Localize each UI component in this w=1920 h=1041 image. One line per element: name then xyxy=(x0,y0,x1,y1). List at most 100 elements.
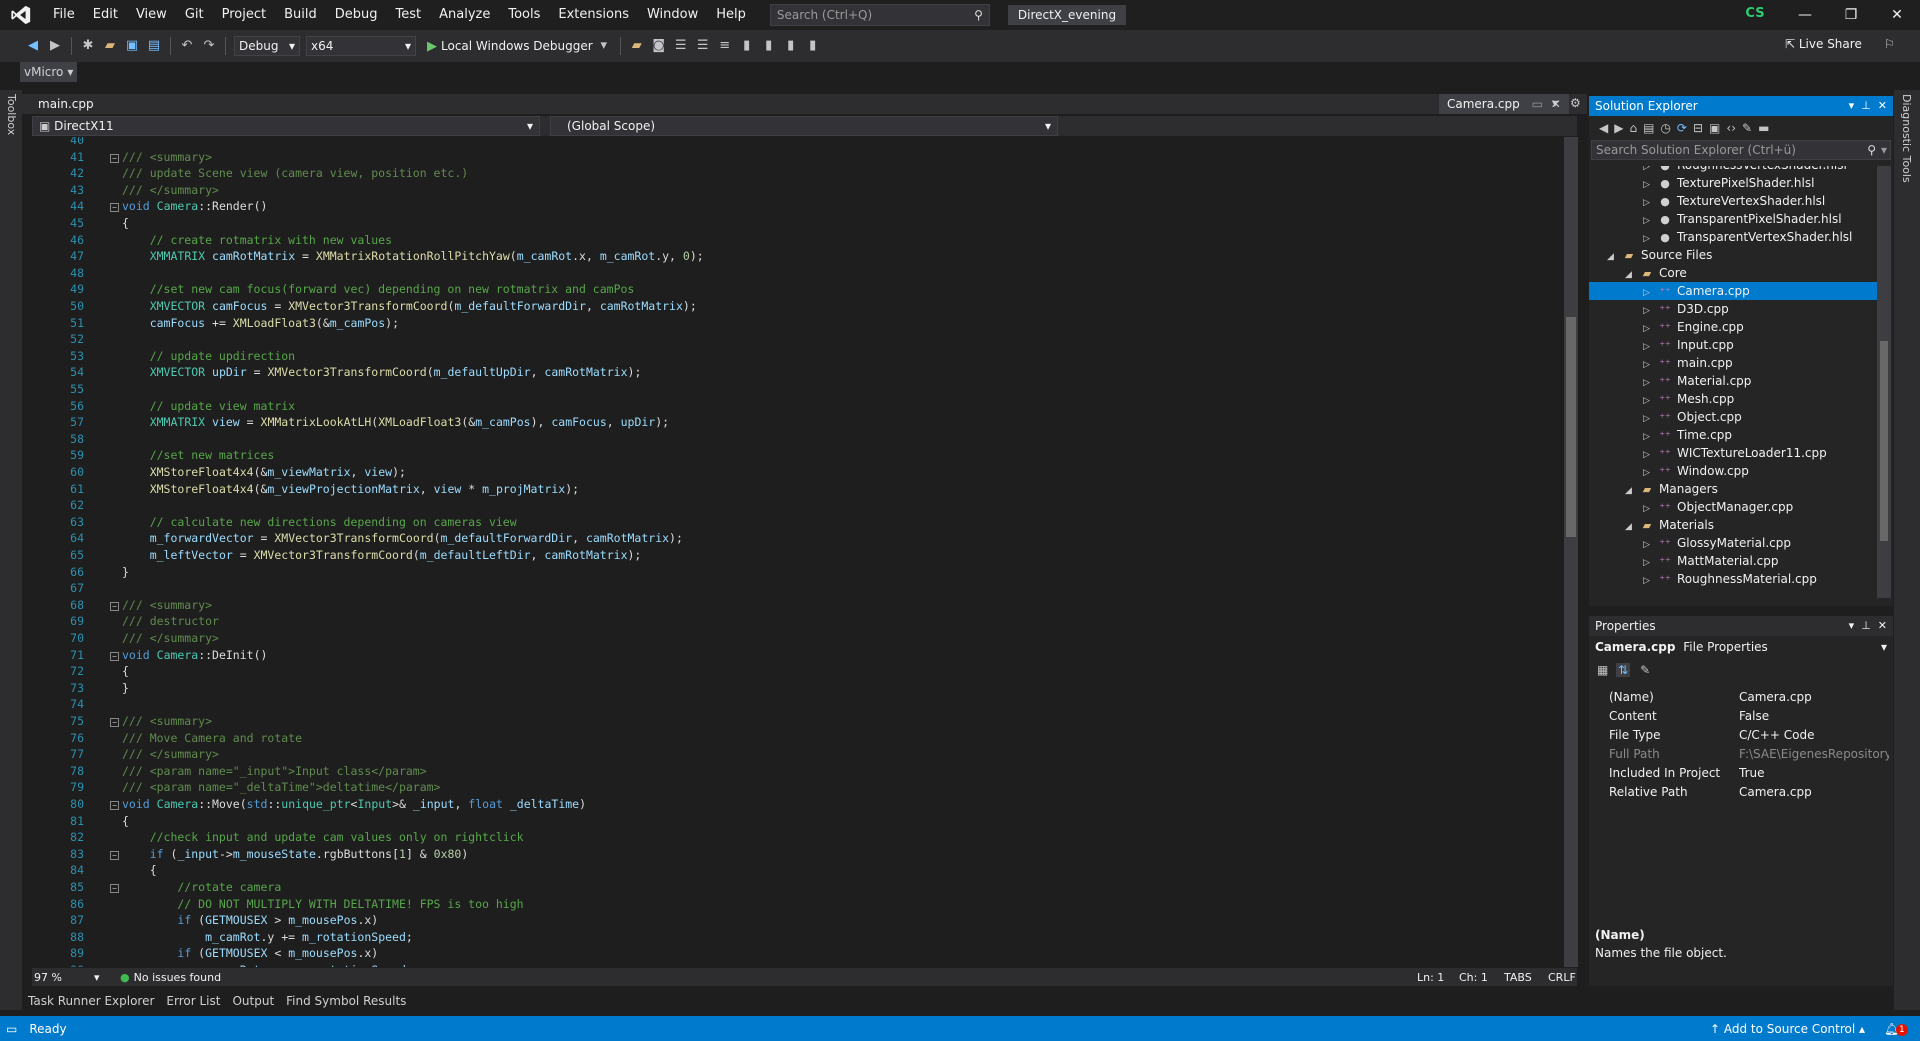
collapse-icon[interactable]: ⊟ xyxy=(1693,121,1703,135)
solution-search-input[interactable]: Search Solution Explorer (Ctrl+ü) ⚲ ▾ xyxy=(1591,140,1891,160)
property-row[interactable]: Full Path F:\SAE\EigenesRepository\D xyxy=(1609,745,1889,764)
tree-item[interactable]: ▷ ● TransparentVertexShader.hlsl xyxy=(1589,228,1877,246)
folder-icon[interactable]: ▰ xyxy=(629,38,645,54)
tree-item[interactable]: ▷ ⁺⁺ RoughnessMaterial.cpp xyxy=(1589,570,1877,588)
menu-git[interactable]: Git xyxy=(176,0,213,30)
code-line[interactable]: 41 −/// <summary> xyxy=(32,150,1542,167)
code-line[interactable]: 61 XMStoreFloat4x4(&m_viewProjectionMatr… xyxy=(32,482,1542,499)
show-files-icon[interactable]: ▣ xyxy=(1709,121,1720,135)
tree-item[interactable]: ▷ ● TexturePixelShader.hlsl xyxy=(1589,174,1877,192)
property-value[interactable]: False xyxy=(1739,707,1889,726)
tree-item[interactable]: ▷ ⁺⁺ D3D.cpp xyxy=(1589,300,1877,318)
code-line[interactable]: 87 if (GETMOUSEX > m_mousePos.x) xyxy=(32,913,1542,930)
close-icon[interactable]: ✕ xyxy=(1878,99,1887,112)
menu-file[interactable]: File xyxy=(44,0,84,30)
tree-item[interactable]: ▷ ⁺⁺ Object.cpp xyxy=(1589,408,1877,426)
code-line[interactable]: 82 //check input and update cam values o… xyxy=(32,830,1542,847)
code-line[interactable]: 84 { xyxy=(32,863,1542,880)
fold-toggle-icon[interactable]: − xyxy=(110,153,119,163)
code-line[interactable]: 58 xyxy=(32,432,1542,449)
menu-test[interactable]: Test xyxy=(387,0,431,30)
code-line[interactable]: 45 { xyxy=(32,216,1542,233)
fold-toggle-icon[interactable]: − xyxy=(110,850,119,860)
tree-item[interactable]: ◢ ▰ Managers xyxy=(1589,480,1877,498)
comment-icon[interactable]: ≡ xyxy=(717,38,733,54)
code-line[interactable]: 83 − if (_input->m_mouseState.rgbButtons[… xyxy=(32,847,1542,864)
menu-extensions[interactable]: Extensions xyxy=(549,0,638,30)
feedback-icon[interactable]: ⚐ xyxy=(1884,37,1895,51)
play-icon[interactable]: ▶ xyxy=(427,39,437,54)
close-icon[interactable]: ✕ xyxy=(1878,619,1887,632)
switch-views-icon[interactable]: ▤ xyxy=(1643,121,1654,135)
live-share-button[interactable]: ⇱ Live Share xyxy=(1785,37,1862,51)
code-icon[interactable]: ‹› xyxy=(1726,121,1736,135)
code-line[interactable]: 67 xyxy=(32,581,1542,598)
bottom-tab-task-runner-explorer[interactable]: Task Runner Explorer xyxy=(22,994,160,1008)
code-line[interactable]: 59 //set new matrices xyxy=(32,448,1542,465)
gear-icon[interactable]: ⚙ xyxy=(1570,96,1581,110)
fold-toggle-icon[interactable]: − xyxy=(110,884,119,893)
code-line[interactable]: 49 //set new cam focus(forward vec) depe… xyxy=(32,282,1542,299)
tab-overflow-icon[interactable]: ▾ xyxy=(1552,96,1558,110)
code-line[interactable]: 48 xyxy=(32,266,1542,283)
code-line[interactable]: 81 { xyxy=(32,814,1542,831)
code-line[interactable]: 80 − void Camera::Move(std::unique_ptr<Inp… xyxy=(32,797,1542,814)
property-row[interactable]: (Name) Camera.cpp xyxy=(1609,688,1889,707)
code-line[interactable]: 43 /// </summary> xyxy=(32,183,1542,200)
property-value[interactable]: True xyxy=(1739,764,1889,783)
code-line[interactable]: 69 /// destructor xyxy=(32,614,1542,631)
chevron-down-icon[interactable]: ▾ xyxy=(596,38,612,54)
code-line[interactable]: 89 if (GETMOUSEX < m_mousePos.x) xyxy=(32,946,1542,963)
code-line[interactable]: 51 camFocus += XMLoadFloat3(&m_camPos); xyxy=(32,316,1542,333)
property-row[interactable]: Relative Path Camera.cpp xyxy=(1609,783,1889,802)
tree-item[interactable]: ▷ ⁺⁺ Window.cpp xyxy=(1589,462,1877,480)
wrench-icon[interactable]: ✎ xyxy=(1742,121,1752,135)
menu-project[interactable]: Project xyxy=(213,0,275,30)
property-value[interactable]: Camera.cpp xyxy=(1739,783,1889,802)
zoom-level[interactable]: 97 % xyxy=(34,971,94,984)
bottom-tab-output[interactable]: Output xyxy=(226,994,280,1008)
property-value[interactable]: C/C++ Code xyxy=(1739,726,1889,745)
code-line[interactable]: 56 // update view matrix xyxy=(32,399,1542,416)
code-editor[interactable]: 40 41−/// <summary> 42/// update Scene vie… xyxy=(32,137,1564,967)
code-line[interactable]: 85 − //rotate camera xyxy=(32,880,1542,897)
code-line[interactable]: 62 xyxy=(32,498,1542,515)
search-input[interactable]: Search (Ctrl+Q) ⚲ xyxy=(769,4,990,26)
indent-mode[interactable]: TABS xyxy=(1504,971,1532,984)
properties-object-select[interactable]: Camera.cpp File Properties ▾ xyxy=(1595,640,1887,658)
bookmark-prev-icon[interactable]: ▮ xyxy=(761,38,777,54)
history-icon[interactable]: ◷ xyxy=(1660,121,1670,135)
tree-item[interactable]: ◢ ▰ Core xyxy=(1589,264,1877,282)
code-line[interactable]: 64 m_forwardVector = XMVector3TransformC… xyxy=(32,531,1542,548)
outdent-icon[interactable]: ☰ xyxy=(695,38,711,54)
code-line[interactable]: 68 −/// <summary> xyxy=(32,598,1542,615)
platform-select[interactable]: x64 ▾ xyxy=(306,36,416,56)
menu-help[interactable]: Help xyxy=(707,0,755,30)
redo-icon[interactable]: ↷ xyxy=(201,38,217,54)
categorized-icon[interactable]: ▦ xyxy=(1597,663,1608,677)
tree-item[interactable]: ◢ ▰ Materials xyxy=(1589,516,1877,534)
editor-vertical-scrollbar[interactable] xyxy=(1564,137,1578,967)
menu-tools[interactable]: Tools xyxy=(499,0,549,30)
back-icon[interactable]: ◀ xyxy=(25,38,41,54)
bottom-tab-find-symbol-results[interactable]: Find Symbol Results xyxy=(280,994,412,1008)
preview-icon[interactable]: ▬ xyxy=(1758,121,1769,135)
fold-toggle-icon[interactable]: − xyxy=(110,651,119,661)
tree-item[interactable]: ▷ ⁺⁺ MattMaterial.cpp xyxy=(1589,552,1877,570)
fold-toggle-icon[interactable]: − xyxy=(110,718,119,727)
pin-icon[interactable]: ⊥ xyxy=(1861,99,1871,112)
code-line[interactable]: 63 // calculate new directions depending… xyxy=(32,515,1542,532)
tree-item[interactable]: ▷ ● TextureVertexShader.hlsl xyxy=(1589,192,1877,210)
fold-toggle-icon[interactable]: − xyxy=(110,203,119,213)
code-line[interactable]: 70 /// </summary> xyxy=(32,631,1542,648)
tree-item[interactable]: ▷ ⁺⁺ Material.cpp xyxy=(1589,372,1877,390)
code-line[interactable]: 60 XMStoreFloat4x4(&m_viewMatrix, view); xyxy=(32,465,1542,482)
home-icon[interactable]: ⌂ xyxy=(1629,121,1637,135)
tree-item[interactable]: ▷ ⁺⁺ WICTextureLoader11.cpp xyxy=(1589,444,1877,462)
tree-item[interactable]: ▷ ⁺⁺ Engine.cpp xyxy=(1589,318,1877,336)
code-line[interactable]: 47 XMMATRIX camRotMatrix = XMMatrixRotat… xyxy=(32,249,1542,266)
code-line[interactable]: 76 /// Move Camera and rotate xyxy=(32,731,1542,748)
bookmark-icon[interactable]: ▮ xyxy=(739,38,755,54)
visual-studio-logo-icon[interactable] xyxy=(10,4,32,26)
tree-item[interactable]: ▷ ⁺⁺ ObjectManager.cpp xyxy=(1589,498,1877,516)
